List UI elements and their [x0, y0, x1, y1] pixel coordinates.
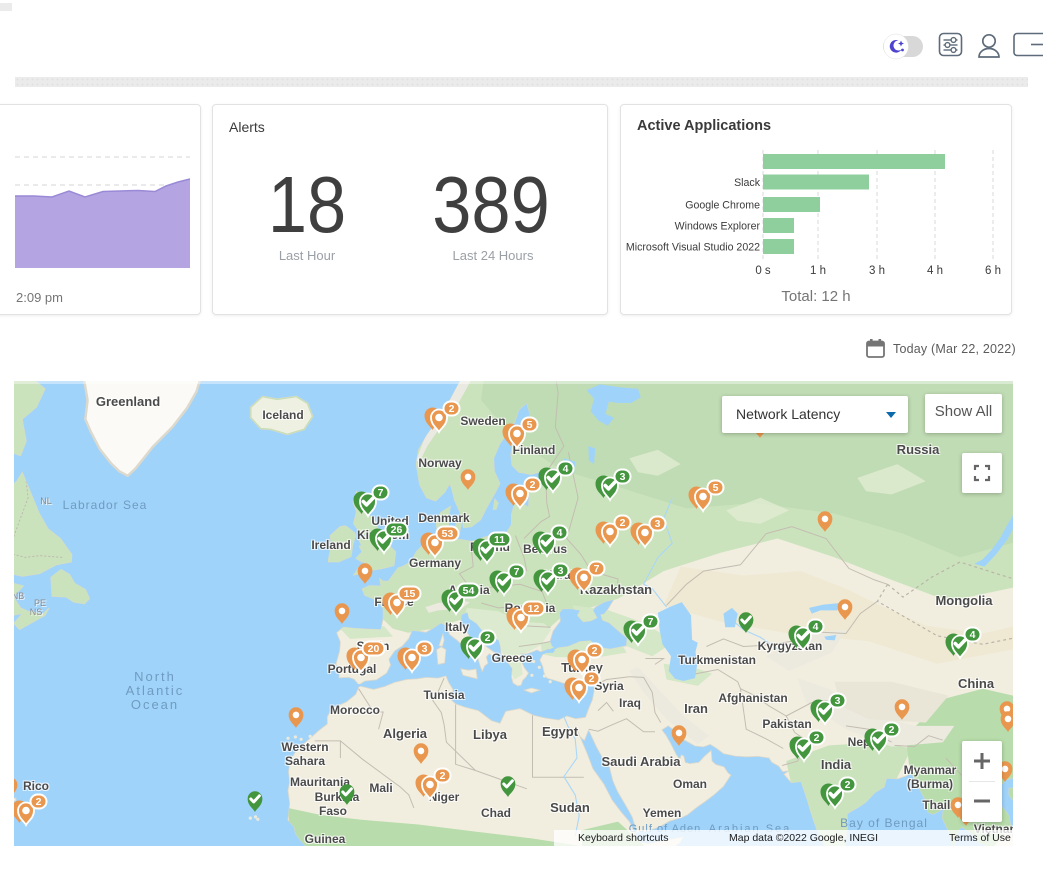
svg-text:2: 2 — [440, 770, 446, 782]
svg-text:6 h: 6 h — [985, 265, 1001, 277]
svg-text:11: 11 — [494, 534, 505, 546]
svg-text:5: 5 — [713, 482, 719, 494]
svg-text:3: 3 — [835, 695, 841, 707]
svg-text:2: 2 — [592, 645, 598, 657]
svg-text:2: 2 — [36, 796, 42, 808]
svg-text:Total: 12 h: Total: 12 h — [781, 288, 850, 305]
svg-text:2: 2 — [589, 673, 595, 685]
svg-text:3: 3 — [558, 565, 564, 577]
svg-text:12: 12 — [528, 603, 540, 615]
svg-text:7: 7 — [594, 563, 600, 575]
svg-text:7: 7 — [378, 487, 384, 499]
svg-text:2: 2 — [485, 632, 491, 644]
svg-text:4: 4 — [970, 629, 976, 641]
svg-text:53: 53 — [442, 528, 454, 540]
svg-text:3 h: 3 h — [869, 265, 885, 277]
svg-text:0 s: 0 s — [755, 265, 771, 277]
svg-text:7: 7 — [514, 566, 520, 578]
svg-text:Slack: Slack — [734, 177, 761, 189]
svg-text:3: 3 — [620, 471, 626, 483]
svg-text:2: 2 — [530, 479, 536, 491]
svg-text:20: 20 — [368, 643, 380, 655]
svg-text:4: 4 — [557, 527, 563, 539]
svg-text:4 h: 4 h — [927, 265, 943, 277]
svg-text:26: 26 — [391, 524, 403, 536]
svg-text:4: 4 — [563, 463, 569, 475]
svg-text:2: 2 — [845, 779, 851, 791]
svg-text:3: 3 — [422, 643, 428, 655]
svg-text:3: 3 — [655, 518, 661, 530]
svg-text:2: 2 — [620, 517, 626, 529]
svg-text:15: 15 — [404, 588, 416, 600]
svg-text:Google Chrome: Google Chrome — [685, 200, 760, 212]
svg-text:2: 2 — [814, 732, 820, 744]
svg-text:Microsoft Visual Studio 2022: Microsoft Visual Studio 2022 — [626, 242, 760, 254]
svg-text:Windows Explorer: Windows Explorer — [675, 221, 761, 233]
svg-text:4: 4 — [813, 621, 819, 633]
svg-text:5: 5 — [527, 419, 533, 431]
svg-text:1 h: 1 h — [810, 265, 826, 277]
svg-text:54: 54 — [463, 585, 475, 597]
svg-text:2: 2 — [889, 724, 895, 736]
svg-text:7: 7 — [648, 616, 654, 628]
svg-text:2: 2 — [449, 403, 455, 415]
